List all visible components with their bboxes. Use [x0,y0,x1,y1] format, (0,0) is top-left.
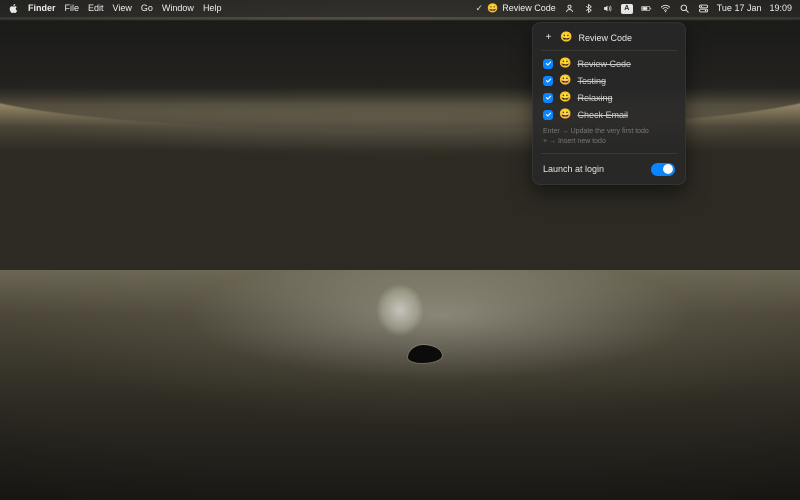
wifi-icon[interactable] [660,3,671,14]
todo-dropdown-panel: + 😀 Review Code 😀 Review Code 😀 Testing 😀 Rel… [532,22,686,185]
menu-window[interactable]: Window [162,0,194,17]
menu-go[interactable]: Go [141,0,153,17]
apple-logo-icon[interactable] [8,3,19,14]
todo-task-emoji-icon: 😀 [559,58,571,69]
todo-header-emoji-icon: 😀 [560,32,572,43]
todo-task-label: Relaxing [577,93,612,103]
separator [541,153,677,154]
todo-hint-line: + → Insert new todo [543,137,675,147]
todo-menu-label: Review Code [502,0,556,17]
todo-menu-emoji-icon: 😀 [487,0,498,17]
todo-header-row[interactable]: + 😀 Review Code [533,29,685,46]
separator [541,50,677,51]
checkbox-checked-icon[interactable] [543,59,553,69]
todo-header-title: Review Code [578,33,632,43]
checkbox-checked-icon[interactable] [543,76,553,86]
search-icon[interactable] [679,3,690,14]
todo-task-row[interactable]: 😀 Testing [533,72,685,89]
input-source-icon[interactable]: A [621,4,633,14]
todo-task-row[interactable]: 😀 Relaxing [533,89,685,106]
todo-task-row[interactable]: 😀 Check Email [533,106,685,123]
todo-task-label: Testing [577,76,606,86]
plus-icon: + [543,32,554,43]
todo-hints: Enter → Update the very first todo + → I… [533,123,685,149]
todo-hint-line: Enter → Update the very first todo [543,127,675,137]
menu-view[interactable]: View [113,0,132,17]
launch-at-login-label: Launch at login [543,164,604,174]
menu-edit[interactable]: Edit [88,0,104,17]
battery-icon[interactable] [641,3,652,14]
menu-bar-time[interactable]: 19:09 [769,0,792,17]
todo-menu-extra[interactable]: ✓ 😀 Review Code [475,0,555,17]
todo-task-emoji-icon: 😀 [559,75,571,86]
control-center-icon[interactable] [698,3,709,14]
checkbox-checked-icon[interactable] [543,93,553,103]
bluetooth-icon[interactable] [583,3,594,14]
menu-file[interactable]: File [65,0,80,17]
menu-bar: Finder File Edit View Go Window Help ✓ 😀… [0,0,800,17]
checkbox-checked-icon[interactable] [543,110,553,120]
user-switch-icon[interactable] [564,3,575,14]
todo-task-emoji-icon: 😀 [559,109,571,120]
todo-task-emoji-icon: 😀 [559,92,571,103]
launch-at-login-toggle[interactable] [651,163,675,176]
menu-app-name[interactable]: Finder [28,0,56,17]
todo-task-label: Check Email [577,110,628,120]
volume-icon[interactable] [602,3,613,14]
menu-bar-date[interactable]: Tue 17 Jan [717,0,762,17]
menu-help[interactable]: Help [203,0,222,17]
todo-task-row[interactable]: 😀 Review Code [533,55,685,72]
todo-task-label: Review Code [577,59,631,69]
todo-menu-check-icon: ✓ [475,0,483,17]
